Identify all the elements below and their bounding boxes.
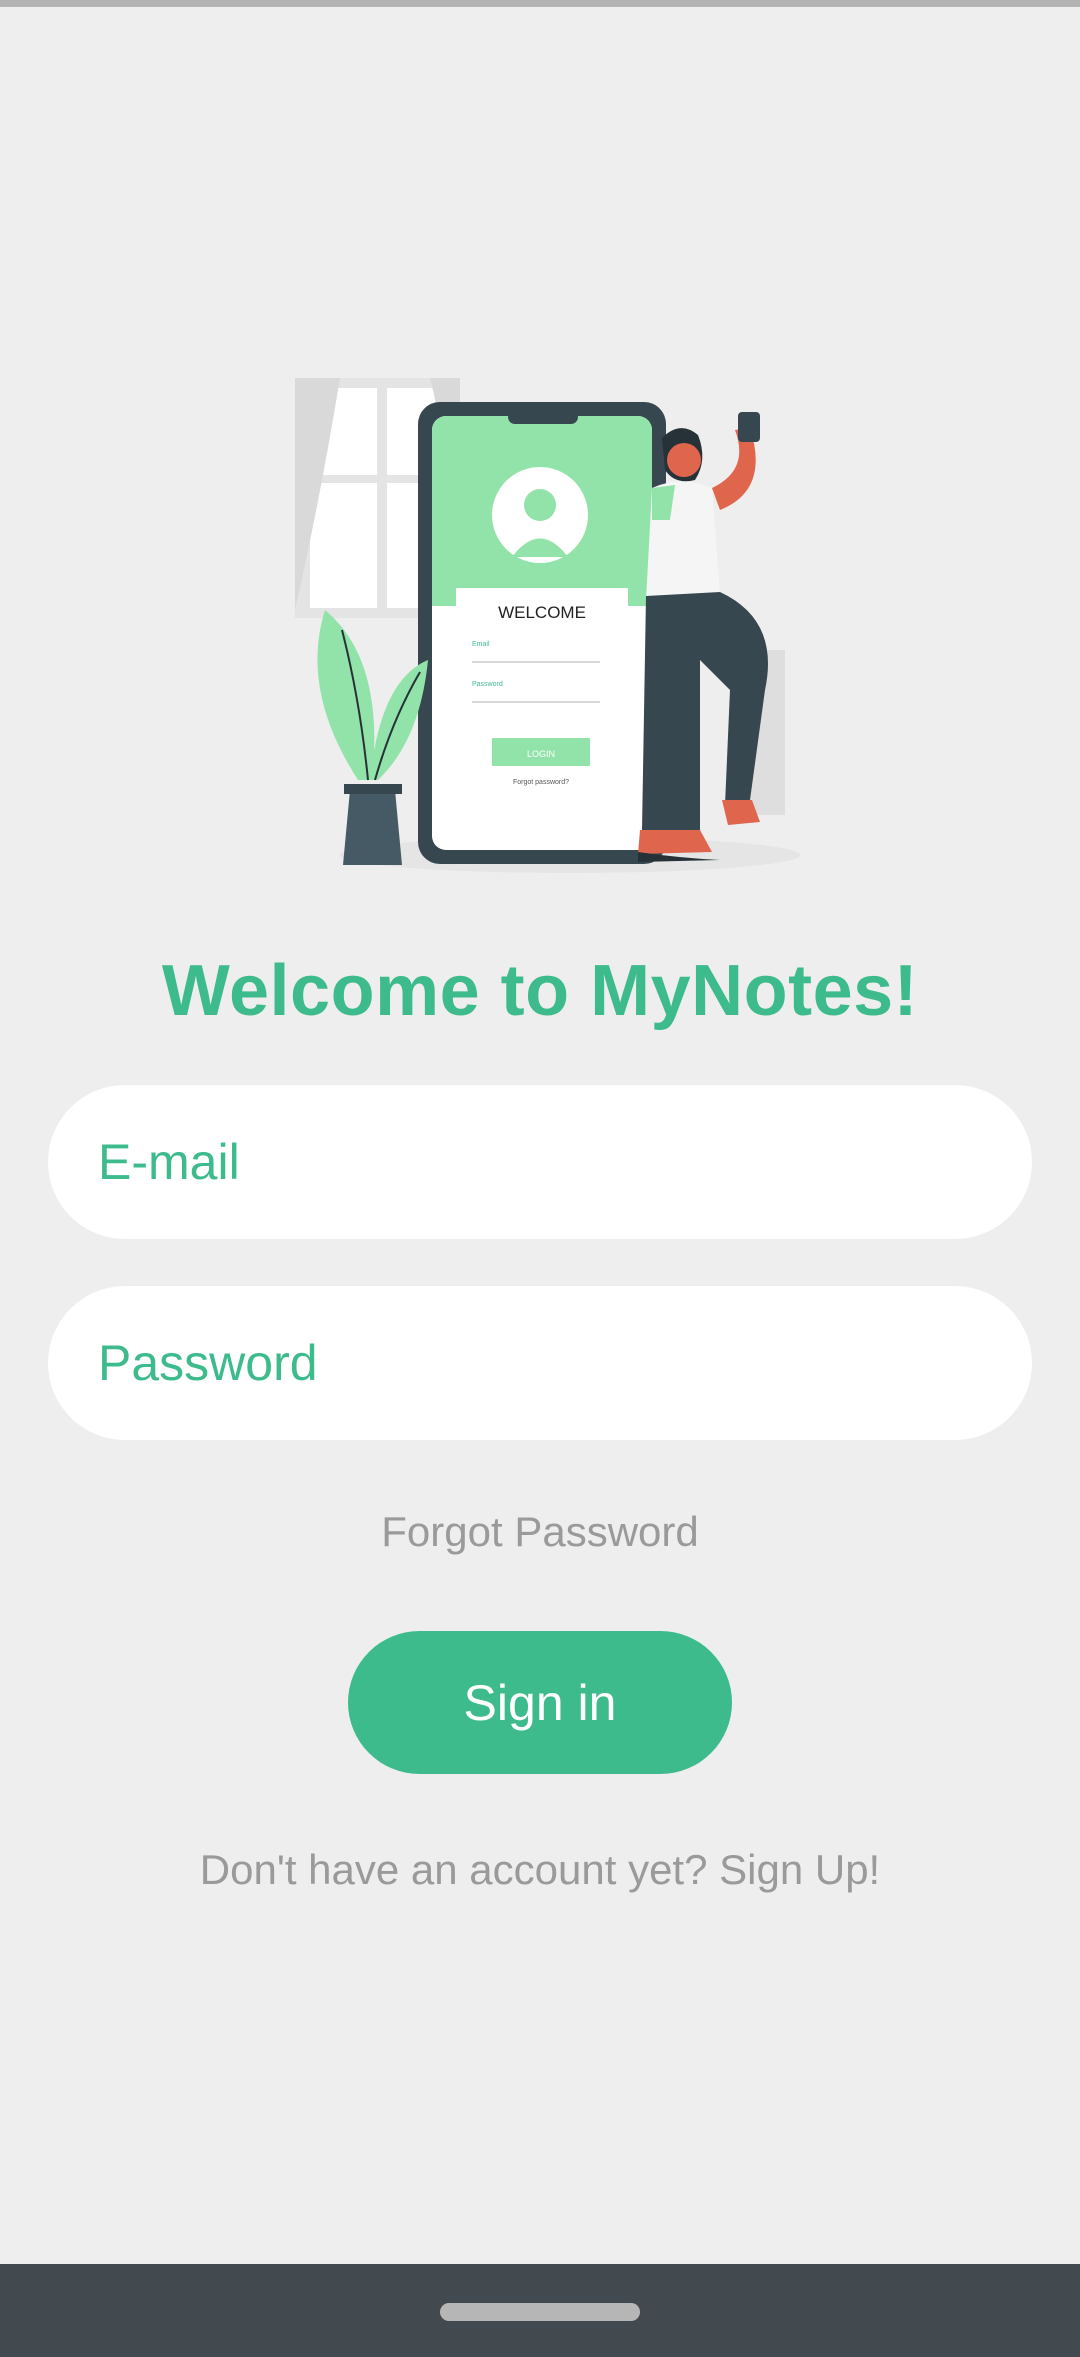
page-title: Welcome to MyNotes! (161, 951, 919, 1031)
plant-pot (343, 790, 402, 865)
status-bar (0, 0, 1080, 7)
email-field[interactable] (48, 1085, 1032, 1239)
woman-face (667, 443, 701, 477)
phone-email-label: Email (472, 641, 490, 648)
phone-heading: WELCOME (498, 603, 586, 622)
password-field[interactable] (48, 1286, 1032, 1440)
phone-login-label: LOGIN (527, 749, 555, 759)
email-input[interactable] (96, 1132, 980, 1192)
phone-password-label: Password (472, 681, 503, 688)
sign-in-button[interactable]: Sign in (348, 1631, 732, 1774)
woman-pants (642, 592, 768, 830)
forgot-password-link[interactable]: Forgot Password (0, 1508, 1080, 1556)
woman-phone (738, 412, 760, 442)
login-illustration: WELCOME Email Password LOGIN Forgot pass… (295, 378, 800, 873)
phone-forgot-label: Forgot password? (513, 779, 569, 786)
home-handle[interactable] (440, 2303, 640, 2321)
password-input[interactable] (96, 1333, 980, 1393)
sign-up-link[interactable]: Don't have an account yet? Sign Up! (0, 1846, 1080, 1894)
navigation-bar (0, 2264, 1080, 2357)
